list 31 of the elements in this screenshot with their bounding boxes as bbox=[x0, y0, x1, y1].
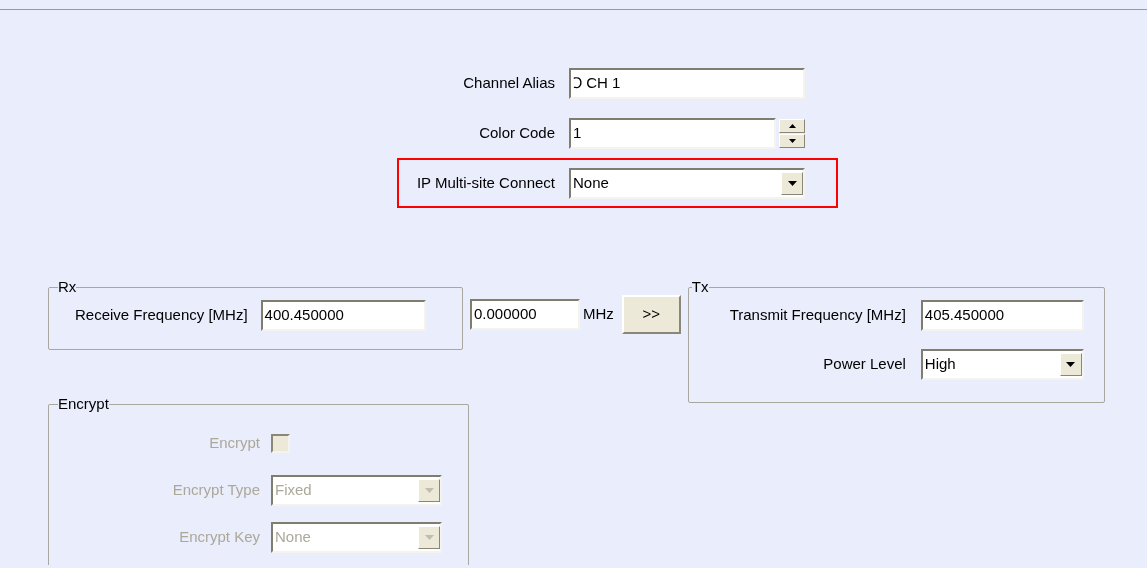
unit-label: MHz bbox=[583, 304, 614, 325]
dropdown[interactable]: High bbox=[920, 349, 1084, 380]
text-field[interactable]: 400.450000 bbox=[260, 300, 426, 331]
text-field[interactable]: 405.450000 bbox=[920, 300, 1084, 331]
field-label: Receive Frequency [MHz] bbox=[75, 305, 248, 326]
field-label: Color Code bbox=[479, 122, 555, 143]
spin-down-button[interactable] bbox=[779, 133, 805, 148]
caret-icon bbox=[424, 488, 434, 493]
spin-up-button[interactable] bbox=[779, 118, 805, 133]
group-title: Tx bbox=[691, 280, 709, 294]
caret-icon bbox=[787, 180, 797, 186]
field-label: IP Multi-site Connect bbox=[416, 172, 555, 193]
caret-icon bbox=[1066, 362, 1076, 367]
text-field[interactable]: Ↄ CH 1 bbox=[569, 67, 805, 99]
field-label: Encrypt bbox=[209, 433, 260, 454]
field-label: Channel Alias bbox=[463, 72, 555, 93]
down-arrow-icon bbox=[788, 138, 796, 143]
dropdown-arrow-button[interactable] bbox=[1059, 353, 1082, 376]
copy-button[interactable]: >> bbox=[621, 295, 681, 334]
field-label: Power Level bbox=[823, 354, 906, 375]
number-field[interactable]: 1 bbox=[569, 117, 776, 149]
up-arrow-icon bbox=[788, 123, 796, 128]
dropdown-arrow-button[interactable] bbox=[781, 171, 803, 195]
text-field[interactable]: 0.000000 bbox=[470, 299, 580, 330]
field-label: Encrypt Type bbox=[172, 480, 260, 501]
caret-icon bbox=[424, 535, 434, 540]
group-title: Encrypt bbox=[58, 397, 109, 411]
group-title: Rx bbox=[58, 280, 77, 294]
field-label: Transmit Frequency [MHz] bbox=[729, 305, 906, 326]
dropdown[interactable]: None bbox=[569, 167, 805, 199]
field-label: Encrypt Key bbox=[179, 527, 260, 548]
